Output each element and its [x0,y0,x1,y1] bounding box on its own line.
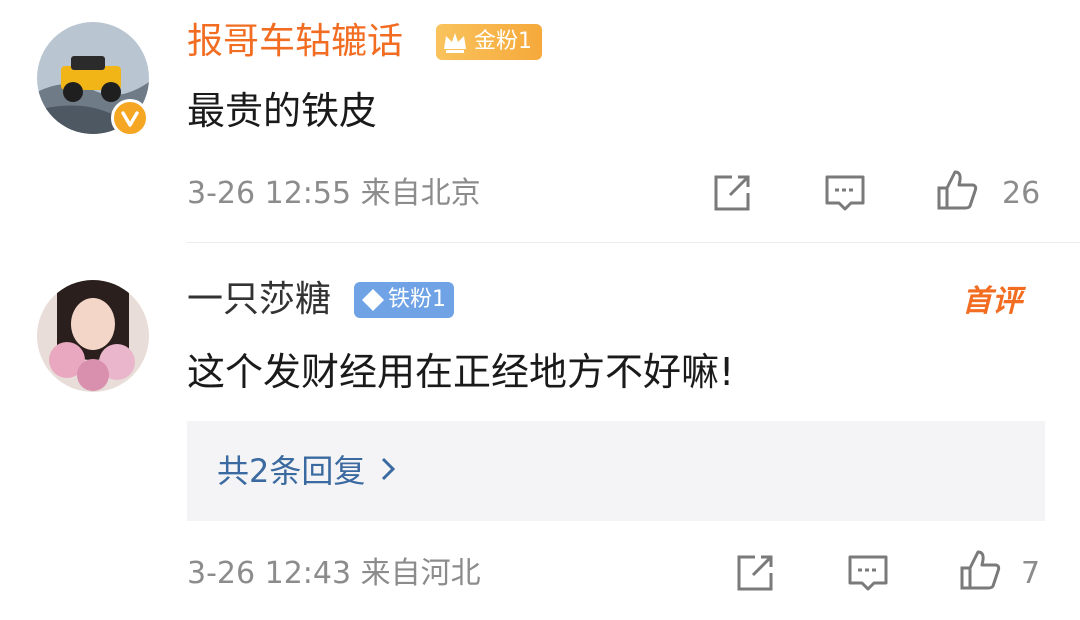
first-comment-tag: 首评 [962,284,1022,319]
comment-icon[interactable] [846,551,890,595]
like-count: 7 [1021,556,1041,591]
like-icon[interactable] [935,168,979,212]
replies-box[interactable]: 共2条回复 [187,421,1045,521]
user-avatar[interactable] [37,280,149,392]
crown-icon [444,33,466,53]
share-icon[interactable] [733,551,777,595]
replies-link-label: 共2条回复 [217,452,366,490]
comment-item: 报哥车轱辘话 金粉1 最贵的铁皮 3-26 12:55 来自北京 26 [0,0,1080,243]
username[interactable]: 一只莎糖 [187,278,331,322]
like-count: 26 [1002,176,1041,211]
divider [187,242,1080,243]
username[interactable]: 报哥车轱辘话 [187,20,403,64]
chevron-right-icon [379,451,397,491]
comment-meta: 3-26 12:55 来自北京 [187,176,481,211]
verified-badge-icon [111,99,149,137]
comment-text: 最贵的铁皮 [187,89,378,133]
view-replies-link[interactable]: 共2条回复 [217,451,397,491]
like-icon[interactable] [958,548,1002,592]
comment-icon[interactable] [823,171,867,215]
fan-badge-label: 金粉1 [474,29,532,54]
fan-badge-label: 铁粉1 [388,287,446,312]
comment-meta: 3-26 12:43 来自河北 [187,556,481,591]
fan-badge[interactable]: 铁粉1 [354,282,454,318]
fan-badge[interactable]: 金粉1 [436,24,542,60]
diamond-icon [362,289,384,311]
share-icon[interactable] [710,171,754,215]
comment-text: 这个发财经用在正经地方不好嘛! [187,350,735,394]
